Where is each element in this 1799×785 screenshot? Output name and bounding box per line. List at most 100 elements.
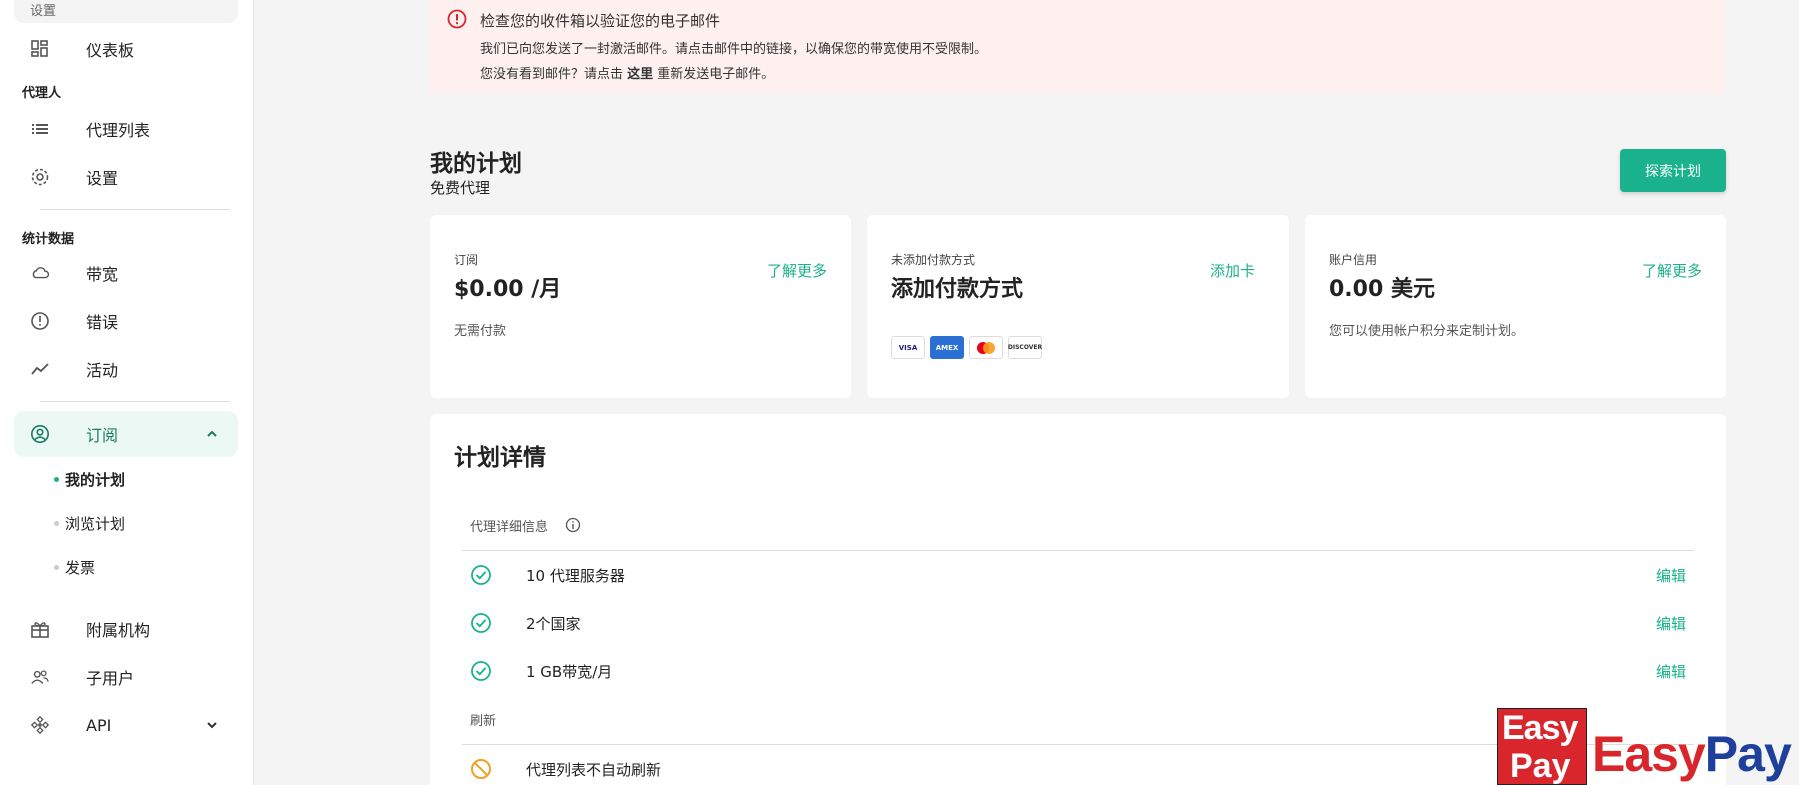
amex-icon: AMEX bbox=[930, 336, 964, 359]
users-icon bbox=[30, 667, 50, 687]
divider bbox=[40, 401, 230, 402]
check-circle-icon bbox=[470, 564, 492, 586]
chevron-up-icon bbox=[204, 426, 220, 442]
card-description: 无需付款 bbox=[454, 324, 507, 339]
sidebar-item-sub-users[interactable]: 子用户 bbox=[14, 654, 238, 700]
alert-resend-post: 重新发送电子邮件。 bbox=[653, 67, 775, 82]
bullet-dot bbox=[54, 476, 59, 482]
group-label-refresh: 刷新 bbox=[470, 714, 497, 729]
sidebar-subitem-label: 浏览计划 bbox=[65, 514, 126, 533]
chevron-down-icon bbox=[204, 717, 220, 733]
subscription-card: 订阅 $0.00 /月 了解更多 无需付款 bbox=[430, 215, 851, 398]
sidebar-item-label: 活动 bbox=[86, 361, 119, 380]
sidebar-item-label: 设置 bbox=[30, 4, 57, 19]
easypay-watermark-logo: Easy Pay EasyPay bbox=[1497, 708, 1799, 785]
logo-box: Easy Pay bbox=[1497, 708, 1587, 785]
plan-name: 免费代理 bbox=[430, 179, 491, 197]
gear-icon bbox=[30, 167, 50, 187]
sidebar-item-label: 带宽 bbox=[86, 265, 119, 284]
sidebar-item-affiliate[interactable]: 附属机构 bbox=[14, 606, 238, 652]
alert-resend-line: 您没有看到邮件？请点击 这里 重新发送电子邮件。 bbox=[480, 63, 774, 82]
logo-text-pay: Pay bbox=[1704, 726, 1792, 782]
section-label-stats: 统计数据 bbox=[22, 232, 75, 247]
discover-icon: DISCOVER bbox=[1008, 336, 1042, 359]
api-icon bbox=[30, 715, 50, 735]
sidebar-item-label: 订阅 bbox=[86, 426, 119, 445]
trend-icon bbox=[30, 359, 50, 379]
logo-text-easy: Easy bbox=[1592, 726, 1706, 782]
learn-more-link[interactable]: 了解更多 bbox=[767, 260, 827, 281]
logo-text: EasyPay bbox=[1592, 725, 1792, 783]
sidebar-item-api[interactable]: API bbox=[14, 702, 238, 748]
edit-link[interactable]: 编辑 bbox=[1656, 613, 1686, 634]
visa-icon: VISA bbox=[891, 336, 925, 359]
account-credit-card: 账户信用 0.00 美元 了解更多 您可以使用帐户积分来定制计划。 bbox=[1305, 215, 1726, 398]
sidebar-item-settings-top[interactable]: 设置 bbox=[14, 0, 238, 23]
group-label-proxy-details: 代理详细信息 bbox=[470, 520, 549, 535]
sidebar-item-errors[interactable]: 错误 bbox=[14, 298, 238, 344]
sidebar-item-label: 子用户 bbox=[86, 669, 135, 688]
list-icon bbox=[30, 119, 50, 139]
user-circle-icon bbox=[30, 424, 50, 444]
sidebar-subitem-label: 发票 bbox=[65, 558, 96, 577]
sidebar-item-label: API bbox=[86, 715, 112, 735]
sidebar-subitem-browse-plans[interactable]: 浏览计划 bbox=[54, 510, 125, 536]
sidebar-subitem-label: 我的计划 bbox=[65, 470, 126, 489]
mastercard-icon bbox=[969, 336, 1003, 359]
cloud-icon bbox=[30, 263, 50, 283]
divider bbox=[40, 209, 230, 210]
sidebar-item-bandwidth[interactable]: 带宽 bbox=[14, 250, 238, 296]
explore-plans-button[interactable]: 探索计划 bbox=[1620, 149, 1726, 192]
detail-row-text: 2个国家 bbox=[526, 615, 581, 633]
detail-row-text: 1 GB带宽/月 bbox=[526, 663, 613, 681]
edit-link[interactable]: 编辑 bbox=[1656, 565, 1686, 586]
card-label: 账户信用 bbox=[1329, 253, 1378, 267]
verify-email-alert: 检查您的收件箱以验证您的电子邮件 我们已向您发送了一封激活邮件。请点击邮件中的链… bbox=[430, 0, 1726, 94]
card-value: $0.00 /月 bbox=[454, 277, 562, 302]
resend-link[interactable]: 这里 bbox=[627, 67, 653, 82]
dashboard-icon bbox=[30, 39, 50, 59]
logo-box-bottom: Pay bbox=[1510, 747, 1571, 785]
card-label: 未添加付款方式 bbox=[891, 253, 976, 267]
sidebar-item-label: 仪表板 bbox=[86, 41, 135, 60]
payment-method-card: 未添加付款方式 添加付款方式 添加卡 VISA AMEX DISCOVER bbox=[867, 215, 1289, 398]
check-circle-icon bbox=[470, 612, 492, 634]
card-description: 您可以使用帐户积分来定制计划。 bbox=[1329, 324, 1525, 339]
sidebar-item-label: 设置 bbox=[86, 169, 119, 188]
detail-row-text: 10 代理服务器 bbox=[526, 567, 625, 585]
sidebar-item-label: 附属机构 bbox=[86, 621, 151, 640]
sidebar-item-dashboard[interactable]: 仪表板 bbox=[14, 26, 238, 72]
info-icon[interactable] bbox=[565, 517, 581, 537]
sidebar-item-settings[interactable]: 设置 bbox=[14, 154, 238, 200]
divider bbox=[462, 550, 1694, 551]
card-value: 添加付款方式 bbox=[891, 277, 1024, 302]
learn-more-link[interactable]: 了解更多 bbox=[1642, 260, 1702, 281]
sidebar-item-label: 错误 bbox=[86, 313, 119, 332]
check-circle-icon bbox=[470, 660, 492, 682]
card-value: 0.00 美元 bbox=[1329, 277, 1435, 302]
edit-link[interactable]: 编辑 bbox=[1656, 661, 1686, 682]
sidebar-item-label: 代理列表 bbox=[86, 121, 151, 140]
add-card-link[interactable]: 添加卡 bbox=[1210, 260, 1255, 281]
page-title: 我的计划 bbox=[430, 151, 522, 177]
bullet-dot bbox=[54, 520, 59, 526]
alert-icon bbox=[446, 8, 468, 34]
alert-resend-pre: 您没有看到邮件？请点击 bbox=[480, 67, 628, 82]
alert-title: 检查您的收件箱以验证您的电子邮件 bbox=[480, 12, 721, 30]
error-icon bbox=[30, 311, 50, 331]
section-label-proxy: 代理人 bbox=[22, 86, 62, 101]
sidebar-item-activity[interactable]: 活动 bbox=[14, 346, 238, 392]
card-label: 订阅 bbox=[454, 253, 479, 267]
sidebar-item-proxy-list[interactable]: 代理列表 bbox=[14, 106, 238, 152]
section-title: 计划详情 bbox=[454, 445, 546, 471]
sidebar: 设置 仪表板 代理人 代理列表 设置 统计数据 带宽 错误 活动 订阅 我的计划… bbox=[0, 0, 254, 785]
sidebar-item-subscription[interactable]: 订阅 bbox=[14, 411, 238, 457]
logo-box-top: Easy bbox=[1502, 709, 1578, 747]
sidebar-subitem-invoices[interactable]: 发票 bbox=[54, 554, 95, 580]
blocked-icon bbox=[470, 758, 492, 780]
bullet-dot bbox=[54, 564, 59, 570]
detail-row-text: 代理列表不自动刷新 bbox=[526, 761, 662, 779]
alert-message: 我们已向您发送了一封激活邮件。请点击邮件中的链接，以确保您的带宽使用不受限制。 bbox=[480, 42, 988, 57]
sidebar-subitem-my-plan[interactable]: 我的计划 bbox=[54, 466, 125, 492]
gift-icon bbox=[30, 619, 50, 639]
